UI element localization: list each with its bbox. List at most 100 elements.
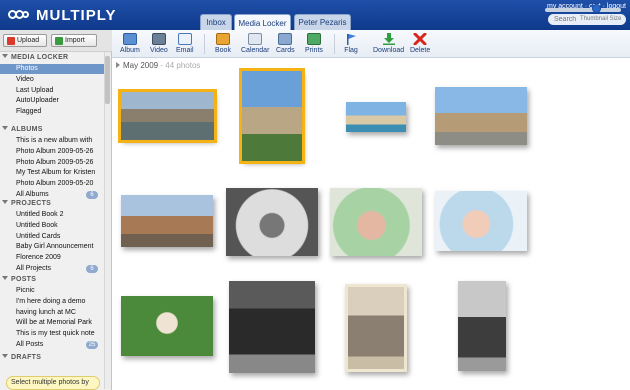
sidebar-item[interactable]: AutoUploader	[0, 96, 104, 106]
section-title: DRAFTS	[11, 354, 42, 361]
sidebar-item[interactable]: All Albums 6	[0, 190, 104, 200]
photo-cathedral[interactable]	[239, 68, 305, 164]
sidebar-item[interactable]: This is a new album with	[0, 136, 104, 146]
tab-inbox-label: Inbox	[206, 18, 226, 27]
toolbar-email-button[interactable]: Email	[176, 33, 194, 54]
photo-vintage-kids[interactable]	[345, 284, 407, 372]
photo-florence-duomo[interactable]	[121, 195, 213, 247]
sidebar-section-albums[interactable]: ALBUMS	[2, 126, 107, 133]
import-button[interactable]: Import	[51, 34, 97, 47]
toolbar-delete-button[interactable]: Delete	[410, 32, 431, 54]
sidebar-item-label: Florence 2009	[16, 254, 61, 262]
sidebar-item[interactable]: Florence 2009	[0, 253, 104, 263]
sidebar-item[interactable]: My Test Album for Kristen	[0, 168, 104, 178]
toolbar-album-button[interactable]: Album	[120, 33, 140, 54]
toolbar-book-button[interactable]: Book	[215, 33, 231, 54]
toolbar-cards-label: Cards	[276, 47, 295, 54]
sidebar-item[interactable]: Photo Album 2009-05-26	[0, 147, 104, 157]
tab-peter-pezaris-label: Peter Pezaris	[298, 18, 347, 27]
toolbar-download-button[interactable]: Download	[373, 33, 404, 54]
thumbnail-size-slider-handle[interactable]	[592, 4, 601, 13]
sidebar-item[interactable]: Flagged	[0, 107, 104, 117]
sidebar-item[interactable]: Photo Album 2009-05-26	[0, 158, 104, 168]
sidebar-item[interactable]: All Projects 6	[0, 264, 104, 274]
toolbar-delete-label: Delete	[410, 47, 431, 54]
photo-resort[interactable]	[346, 102, 406, 132]
photo-baby-blanket-green[interactable]	[330, 188, 422, 256]
count-badge: 6	[86, 191, 98, 199]
flag-icon	[344, 33, 358, 45]
toolbar-calendar-button[interactable]: Calendar	[241, 33, 269, 54]
sidebar-item[interactable]: Untitled Cards	[0, 232, 104, 242]
photo-plaza-column[interactable]	[435, 87, 527, 145]
sidebar-item-label: Untitled Cards	[16, 232, 61, 240]
sidebar-section-posts[interactable]: POSTS	[2, 276, 107, 283]
album-icon	[122, 33, 137, 45]
toolbar-separator	[334, 34, 335, 54]
sidebar-item-label: AutoUploader	[16, 97, 59, 105]
sidebar-item[interactable]: having lunch at MC	[0, 308, 104, 318]
photo-baby-hat[interactable]	[435, 191, 527, 251]
photo-baby-blanket-bw[interactable]	[226, 188, 318, 256]
sidebar-item[interactable]: Photo Album 2009-05-20	[0, 179, 104, 189]
sidebar-item-label: All Projects	[16, 265, 52, 272]
sidebar-item-label: Picnic	[16, 287, 35, 294]
sidebar-item[interactable]: Baby Girl Announcement	[0, 242, 104, 252]
sidebar-item[interactable]: All Posts 25	[0, 340, 104, 350]
sidebar-item-label: Photos	[16, 65, 38, 72]
toolbar-prints-button[interactable]: Prints	[305, 33, 323, 54]
count-badge: 6	[86, 265, 98, 273]
sidebar-item-label: Photo Album 2009-05-26	[16, 147, 94, 155]
sidebar-item[interactable]: This is my test quick note	[0, 329, 104, 339]
toolbar-album-label: Album	[120, 47, 140, 54]
sidebar-scrollbar-thumb[interactable]	[105, 56, 110, 104]
sidebar-section-projects[interactable]: PROJECTS	[2, 200, 107, 207]
multiply-logo[interactable]: MULTIPLY	[8, 6, 117, 24]
toolbar-book-label: Book	[215, 47, 231, 54]
section-title: MEDIA LOCKER	[11, 54, 69, 61]
photo-florence-bridge[interactable]	[118, 89, 217, 143]
delete-icon	[413, 32, 427, 46]
section-title: POSTS	[11, 276, 37, 283]
sidebar-section-media-locker[interactable]: MEDIA LOCKER	[2, 54, 107, 61]
download-icon	[382, 33, 396, 45]
tab-peter-pezaris[interactable]: Peter Pezaris	[294, 14, 351, 30]
toolbar-flag-button[interactable]: Flag	[344, 33, 358, 54]
sidebar-item[interactable]: Untitled Book 2	[0, 210, 104, 220]
sidebar-item-label: Video	[16, 75, 34, 83]
sidebar-item[interactable]: Untitled Book	[0, 221, 104, 231]
thumbnail-size-label: Thumbnail Size	[580, 16, 622, 22]
calendar-icon	[248, 33, 263, 45]
sidebar-item-label: All Posts	[16, 341, 44, 348]
sidebar-item-label: All Albums	[16, 191, 49, 198]
photo-vintage-pair[interactable]	[458, 281, 506, 371]
section-toggle-icon	[2, 200, 8, 204]
toolbar-cards-button[interactable]: Cards	[276, 33, 295, 54]
sidebar-item[interactable]: Last Upload	[0, 86, 104, 96]
upload-button[interactable]: Upload	[3, 34, 47, 47]
sidebar-item[interactable]: Video	[0, 75, 104, 85]
sidebar-item-label: Photo Album 2009-05-26	[16, 158, 94, 166]
section-toggle-icon	[2, 126, 8, 130]
sidebar-item-label: This is a new album with	[16, 137, 93, 144]
toolbar-video-button[interactable]: Video	[150, 33, 168, 54]
video-icon	[151, 33, 166, 45]
tab-media-locker[interactable]: Media Locker	[234, 14, 291, 31]
photo-group-grass[interactable]	[121, 296, 213, 356]
sidebar-section-drafts[interactable]: DRAFTS	[2, 354, 107, 361]
thumbnail-size-slider[interactable]	[545, 8, 621, 12]
sidebar-item[interactable]: Picnic	[0, 286, 104, 296]
sidebar-button-bar: Upload Import	[0, 30, 112, 52]
sidebar-item[interactable]: Photos	[0, 64, 104, 74]
section-title: ALBUMS	[11, 126, 43, 133]
toolbar-email-label: Email	[176, 47, 194, 54]
upload-button-label: Upload	[17, 37, 40, 44]
email-icon	[177, 33, 192, 45]
sidebar-item[interactable]: Will be at Memorial Park	[0, 318, 104, 328]
sidebar-item-label: Baby Girl Announcement	[16, 243, 94, 251]
sidebar-item[interactable]: I'm here doing a demo	[0, 297, 104, 307]
section-toggle-icon	[2, 354, 8, 358]
photo-vintage-couple[interactable]	[229, 281, 315, 373]
photo-grid	[112, 58, 630, 390]
tab-inbox[interactable]: Inbox	[200, 14, 232, 30]
